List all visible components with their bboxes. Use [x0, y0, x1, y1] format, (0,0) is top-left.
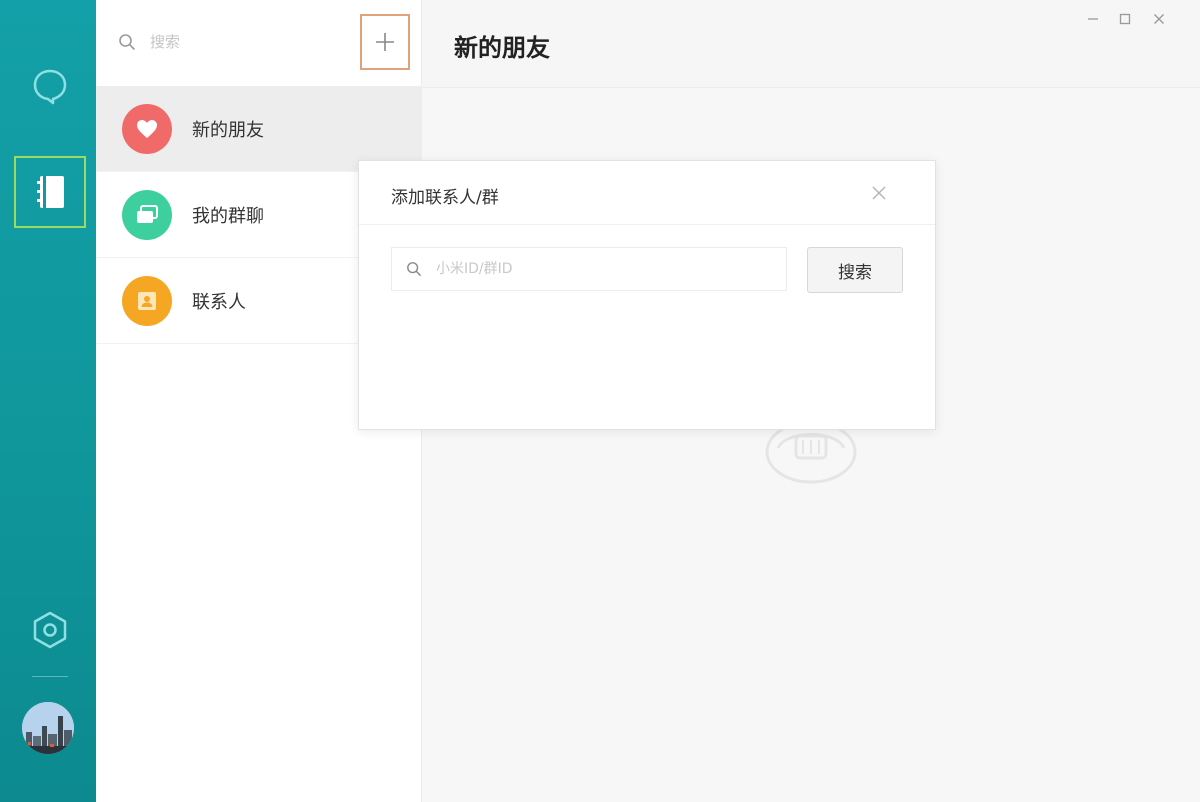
id-search-input[interactable]	[436, 261, 756, 277]
search-button[interactable]: 搜索	[807, 247, 903, 293]
add-contact-dialog: 添加联系人/群 搜索	[358, 160, 936, 430]
close-icon	[872, 186, 886, 200]
maximize-icon	[1119, 13, 1131, 25]
add-contact-button[interactable]	[360, 14, 410, 70]
dialog-search-box	[391, 247, 787, 291]
group-chat-icon	[122, 189, 172, 240]
search-icon	[407, 262, 421, 276]
rail-divider	[32, 676, 68, 677]
dialog-close-button[interactable]	[867, 181, 891, 205]
close-icon	[1154, 14, 1164, 24]
nav-contacts-button[interactable]	[14, 156, 86, 228]
window-minimize-button[interactable]	[1080, 8, 1106, 30]
settings-hexagon-icon	[33, 611, 67, 649]
app-window: 新的朋友 我的群聊 联系人 新的朋友	[0, 0, 1200, 802]
sidebar-search	[118, 22, 338, 62]
heart-icon	[122, 103, 172, 154]
list-item-label: 我的群聊	[192, 205, 264, 227]
page-title: 新的朋友	[454, 34, 550, 62]
window-maximize-button[interactable]	[1112, 8, 1138, 30]
dialog-header: 添加联系人/群	[359, 161, 935, 225]
nav-chats-button[interactable]	[14, 50, 86, 122]
chat-bubble-icon	[33, 69, 67, 105]
list-item-label: 联系人	[192, 291, 246, 313]
minimize-icon	[1088, 18, 1098, 20]
list-item-label: 新的朋友	[192, 119, 264, 141]
plus-icon	[376, 33, 394, 51]
window-close-button[interactable]	[1146, 8, 1172, 30]
nav-settings-button[interactable]	[14, 594, 86, 666]
avatar-image	[22, 702, 74, 754]
sidebar-search-input[interactable]	[150, 33, 330, 51]
user-avatar[interactable]	[22, 702, 74, 754]
contacts-book-icon	[37, 176, 64, 208]
dialog-title: 添加联系人/群	[391, 188, 499, 208]
person-card-icon	[122, 275, 172, 326]
main-header: 新的朋友	[422, 0, 1200, 88]
search-icon	[119, 34, 135, 50]
nav-rail	[0, 0, 96, 802]
